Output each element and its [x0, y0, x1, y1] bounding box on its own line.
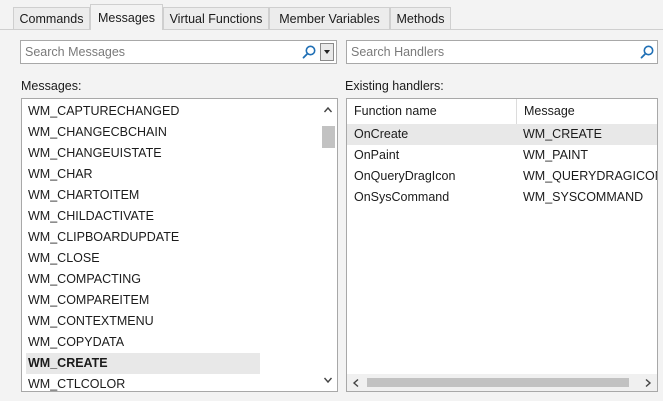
- list-item[interactable]: WM_CTLCOLOR: [26, 374, 260, 391]
- message-cell: WM_SYSCOMMAND: [523, 190, 644, 204]
- list-item[interactable]: WM_COMPACTING: [26, 269, 260, 290]
- message-cell: WM_PAINT: [523, 148, 589, 162]
- search-icon[interactable]: [639, 44, 655, 60]
- list-item[interactable]: WM_CHILDACTIVATE: [26, 206, 260, 227]
- tab-messages[interactable]: Messages: [90, 4, 163, 30]
- messages-scroll-thumb[interactable]: [322, 126, 335, 148]
- function-name-cell: OnPaint: [354, 148, 400, 162]
- messages-list[interactable]: WM_CAPTURECHANGED WM_CHANGECBCHAIN WM_CH…: [21, 98, 338, 392]
- tab-bar: Commands Messages Virtual Functions Memb…: [0, 0, 663, 30]
- column-header-message[interactable]: Message: [517, 99, 657, 124]
- search-handlers-input[interactable]: Search Handlers: [346, 40, 658, 64]
- chevron-left-icon[interactable]: [351, 378, 361, 388]
- list-item-selected[interactable]: WM_CREATE: [26, 353, 260, 374]
- list-item[interactable]: WM_CONTEXTMENU: [26, 311, 260, 332]
- table-row-selected[interactable]: OnCreate WM_CREATE: [347, 124, 657, 145]
- search-messages-placeholder: Search Messages: [25, 45, 126, 59]
- table-row[interactable]: OnSysCommand WM_SYSCOMMAND: [347, 187, 657, 208]
- function-name-cell: OnSysCommand: [354, 190, 450, 204]
- messages-label: Messages:: [21, 79, 82, 93]
- handlers-scroll-thumb[interactable]: [367, 378, 629, 387]
- function-name-cell: OnCreate: [354, 127, 409, 141]
- list-item[interactable]: WM_CLIPBOARDUPDATE: [26, 227, 260, 248]
- message-cell: WM_QUERYDRAGICON: [523, 169, 658, 183]
- table-row[interactable]: OnQueryDragIcon WM_QUERYDRAGICON: [347, 166, 658, 187]
- tab-virtual-functions[interactable]: Virtual Functions: [163, 7, 269, 29]
- list-item[interactable]: WM_CLOSE: [26, 248, 260, 269]
- tab-member-variables[interactable]: Member Variables: [269, 7, 390, 29]
- list-item[interactable]: WM_CHANGEUISTATE: [26, 143, 260, 164]
- tab-commands[interactable]: Commands: [13, 7, 90, 29]
- search-messages-dropdown-button[interactable]: [320, 43, 334, 61]
- list-item[interactable]: WM_CAPTURECHANGED: [26, 101, 260, 122]
- chevron-right-icon[interactable]: [643, 378, 653, 388]
- list-item[interactable]: WM_CHAR: [26, 164, 260, 185]
- tab-methods[interactable]: Methods: [390, 7, 451, 29]
- messages-vertical-scrollbar[interactable]: [320, 99, 337, 391]
- function-name-cell: OnQueryDragIcon: [354, 169, 456, 183]
- handlers-horizontal-scrollbar[interactable]: [347, 374, 657, 391]
- search-messages-input[interactable]: Search Messages: [20, 40, 337, 64]
- message-cell: WM_CREATE: [523, 127, 602, 141]
- search-icon[interactable]: [301, 44, 317, 60]
- list-item[interactable]: WM_CHARTOITEM: [26, 185, 260, 206]
- list-item[interactable]: WM_CHANGECBCHAIN: [26, 122, 260, 143]
- table-row[interactable]: OnPaint WM_PAINT: [347, 145, 657, 166]
- handlers-table[interactable]: Function name Message OnCreate WM_CREATE…: [346, 98, 658, 392]
- list-item[interactable]: WM_COPYDATA: [26, 332, 260, 353]
- list-item[interactable]: WM_COMPAREITEM: [26, 290, 260, 311]
- chevron-up-icon[interactable]: [323, 105, 333, 115]
- chevron-down-icon[interactable]: [323, 375, 333, 385]
- existing-handlers-label: Existing handlers:: [345, 79, 444, 93]
- search-handlers-placeholder: Search Handlers: [351, 45, 445, 59]
- column-header-function-name[interactable]: Function name: [347, 99, 516, 124]
